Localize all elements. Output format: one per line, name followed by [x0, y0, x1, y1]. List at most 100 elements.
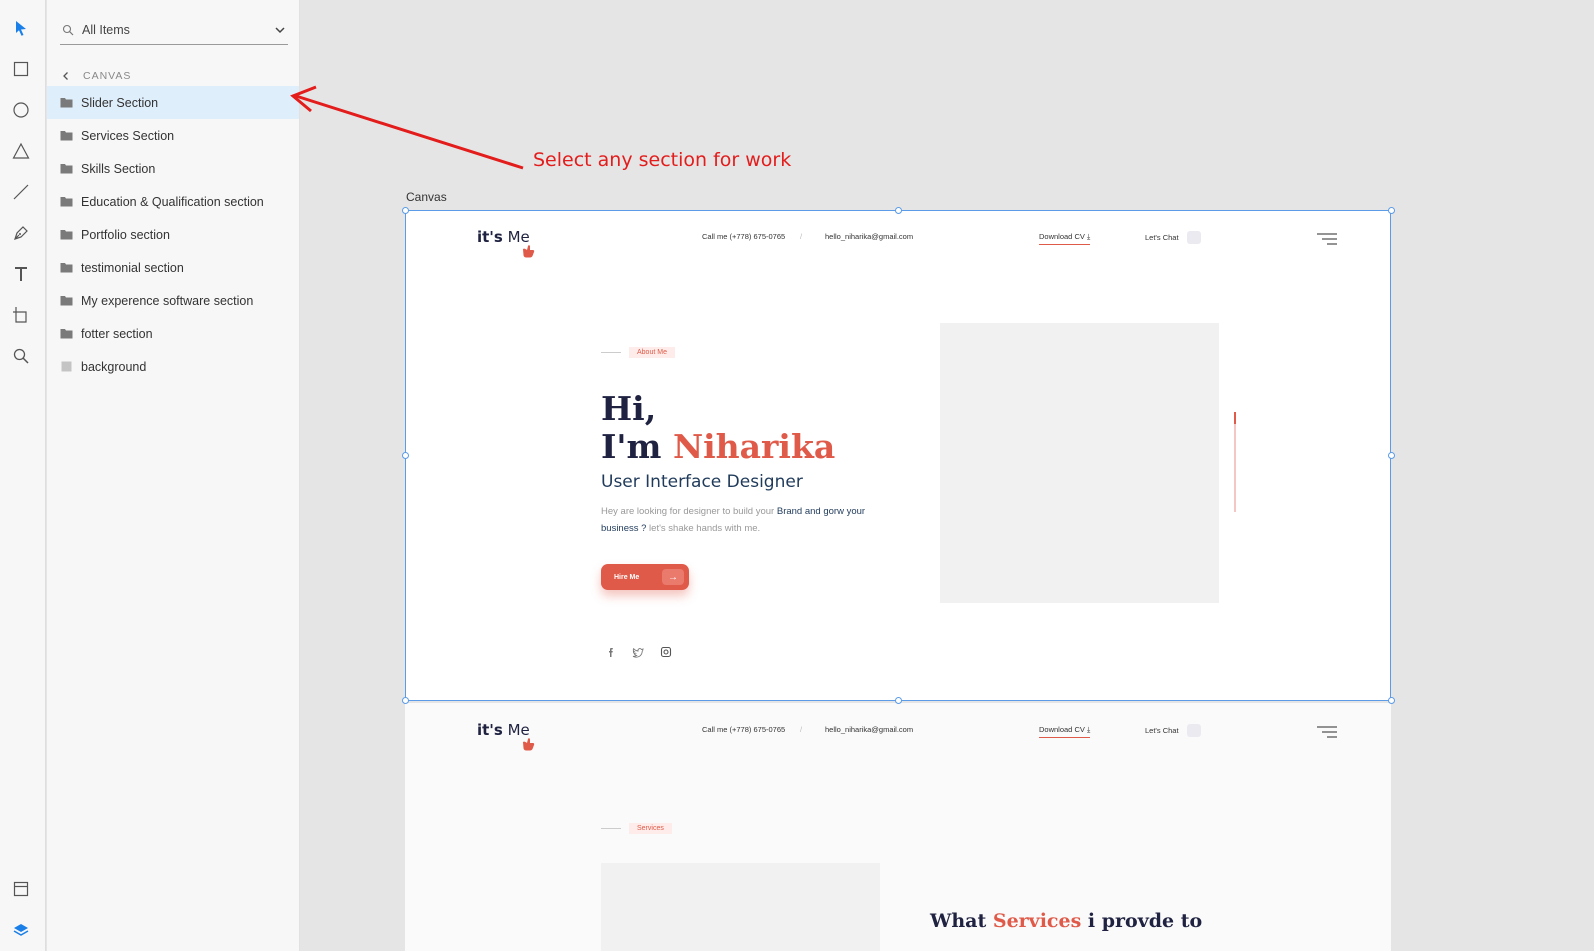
lets-chat-label: Let's Chat: [1145, 233, 1179, 242]
chevron-left-icon[interactable]: [61, 71, 71, 81]
hire-me-button: Hire Me →: [601, 564, 689, 590]
artboard-tool-icon[interactable]: [9, 303, 33, 327]
annotation-text: Select any section for work: [533, 149, 792, 171]
layers-icon[interactable]: [9, 918, 33, 942]
rectangle-tool-icon[interactable]: [9, 57, 33, 81]
artboard-label[interactable]: Canvas: [406, 190, 447, 204]
chevron-down-icon[interactable]: [274, 24, 286, 36]
download-cv-label: Download CV: [1039, 232, 1085, 241]
hero-line-2: I'm Niharika: [601, 428, 835, 466]
layer-item-footer-section[interactable]: fotter section: [47, 317, 299, 350]
header-separator: /: [800, 725, 803, 734]
header-separator: /: [800, 232, 803, 241]
folder-icon: [60, 197, 73, 207]
hero-description: Hey are looking for designer to build yo…: [601, 503, 871, 537]
layer-item-services-section[interactable]: Services Section: [47, 119, 299, 152]
arrow-right-icon: →: [662, 569, 684, 585]
hero-desc-part1: Hey are looking for designer to build yo…: [601, 506, 777, 517]
about-tag: About Me: [601, 347, 675, 358]
download-cv-label: Download CV: [1039, 725, 1085, 734]
polygon-tool-icon[interactable]: [9, 139, 33, 163]
resize-handle-top-right[interactable]: [1388, 207, 1395, 214]
instagram-icon: [660, 646, 672, 658]
services-image-placeholder: [601, 863, 880, 951]
download-icon: ⤓: [1086, 725, 1091, 734]
folder-icon: [60, 98, 73, 108]
layer-label: Education & Qualification section: [81, 194, 264, 209]
breadcrumb-label: CANVAS: [83, 70, 132, 82]
layer-item-education-section[interactable]: Education & Qualification section: [47, 185, 299, 218]
select-tool-icon[interactable]: [9, 16, 33, 40]
layer-list: Slider Section Services Section Skills S…: [47, 86, 299, 383]
header-email: hello_niharika@gmail.com: [825, 725, 914, 734]
layer-item-testimonial-section[interactable]: testimonial section: [47, 251, 299, 284]
hire-me-label: Hire Me: [614, 573, 640, 581]
layer-item-slider-section[interactable]: Slider Section: [47, 86, 299, 119]
layer-item-portfolio-section[interactable]: Portfolio section: [47, 218, 299, 251]
facebook-icon: [609, 648, 613, 657]
lets-chat-link: Let's Chat: [1145, 231, 1201, 244]
resize-handle-top[interactable]: [895, 207, 902, 214]
layer-item-experience-section[interactable]: My experence software section: [47, 284, 299, 317]
slider-indicator: [1234, 412, 1236, 512]
folder-icon: [60, 329, 73, 339]
layer-label: Services Section: [81, 128, 175, 143]
hand-icon: [523, 738, 535, 751]
resize-handle-bottom[interactable]: [895, 697, 902, 704]
header-email: hello_niharika@gmail.com: [825, 232, 914, 241]
services-title-b: i provde to: [1081, 910, 1203, 932]
hero-im: I'm: [601, 427, 673, 466]
header-phone: Call me (+778) 675-0765: [702, 725, 786, 734]
hamburger-menu-icon: [1317, 233, 1337, 245]
layer-filter-dropdown[interactable]: All Items: [60, 16, 288, 45]
folder-icon: [60, 296, 73, 306]
hero-desc-part2: let's shake hands with me.: [646, 523, 761, 534]
zoom-tool-icon[interactable]: [9, 344, 33, 368]
hero-role: User Interface Designer: [601, 472, 803, 492]
lets-chat-label: Let's Chat: [1145, 726, 1179, 735]
download-cv-link: Download CV ⤓: [1039, 232, 1091, 245]
chat-icon: [1186, 724, 1201, 737]
services-tag-label: Services: [629, 823, 672, 834]
tools-toolbar: [0, 0, 46, 951]
hero-name: Niharika: [672, 427, 836, 466]
layer-item-background[interactable]: background: [47, 350, 299, 383]
download-cv-link: Download CV ⤓: [1039, 725, 1091, 738]
rectangle-layer-icon: [61, 361, 72, 372]
about-tag-label: About Me: [629, 347, 675, 358]
header-phone: Call me (+778) 675-0765: [702, 232, 786, 241]
services-title-a: What: [930, 910, 993, 932]
layer-filter-value: All Items: [82, 23, 130, 37]
resize-handle-top-left[interactable]: [402, 207, 409, 214]
resize-handle-bottom-left[interactable]: [402, 697, 409, 704]
resize-handle-bottom-right[interactable]: [1388, 697, 1395, 704]
twitter-icon: [632, 647, 644, 658]
artboard-services-section[interactable]: it's Me Call me (+778) 675-0765 / hello_…: [405, 703, 1391, 951]
layer-label: Slider Section: [81, 95, 159, 110]
folder-icon: [60, 230, 73, 240]
folder-icon: [60, 164, 73, 174]
artboard-slider-section[interactable]: it's Me Call me (+778) 675-0765 / hello_…: [405, 210, 1391, 701]
services-title-accent: Services: [992, 910, 1082, 932]
chat-icon: [1186, 231, 1201, 244]
text-tool-icon[interactable]: [9, 262, 33, 286]
layer-label: My experence software section: [81, 293, 254, 308]
layer-label: Skills Section: [81, 161, 156, 176]
folder-icon: [60, 263, 73, 273]
resize-handle-right[interactable]: [1388, 452, 1395, 459]
lets-chat-link: Let's Chat: [1145, 724, 1201, 737]
search-icon: [62, 24, 74, 36]
layer-item-skills-section[interactable]: Skills Section: [47, 152, 299, 185]
ellipse-tool-icon[interactable]: [9, 98, 33, 122]
line-tool-icon[interactable]: [9, 180, 33, 204]
pen-tool-icon[interactable]: [9, 221, 33, 245]
hero-image-placeholder: [940, 323, 1219, 603]
layers-panel: All Items CANVAS Slider Section Services…: [47, 0, 300, 951]
layer-label: background: [81, 359, 147, 374]
hand-icon: [523, 245, 535, 258]
services-tag: Services: [601, 823, 672, 834]
assets-icon[interactable]: [9, 877, 33, 901]
folder-icon: [60, 131, 73, 141]
resize-handle-left[interactable]: [402, 452, 409, 459]
hamburger-menu-icon: [1317, 726, 1337, 738]
